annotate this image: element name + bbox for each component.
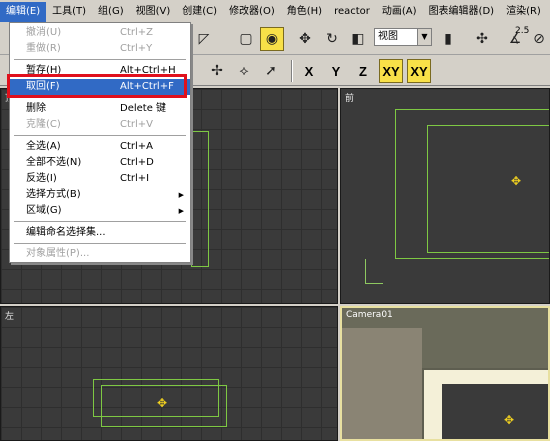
axis-y-button[interactable]: Y xyxy=(324,59,348,83)
scale-icon[interactable]: ◧ xyxy=(346,27,370,51)
angle-snap-icon[interactable]: ∡ xyxy=(503,27,527,51)
menu-item-undo[interactable]: 撤消(U) Ctrl+Z xyxy=(10,25,190,41)
menu-group[interactable]: 组(G) xyxy=(92,2,130,22)
reference-coordinate-select[interactable]: 视图 ▼ xyxy=(374,28,432,46)
menu-modifiers[interactable]: 修改器(O) xyxy=(223,2,281,22)
viewport-front[interactable]: 前 ✥ xyxy=(340,88,550,304)
menu-item-select-invert[interactable]: 反选(I) Ctrl+I xyxy=(10,171,190,187)
select-region-icon[interactable]: ▢ xyxy=(234,27,258,51)
pivot-icon: ✥ xyxy=(511,174,522,188)
constraint-tool-icon[interactable]: ⟡ xyxy=(232,59,256,83)
camera-wall xyxy=(342,328,422,439)
menu-bar: 编辑(E) 工具(T) 组(G) 视图(V) 创建(C) 修改器(O) 角色(H… xyxy=(0,0,550,24)
menu-separator xyxy=(14,59,186,61)
pointer-tool-icon[interactable]: ➚ xyxy=(259,59,283,83)
select-manipulate-icon[interactable]: ✣ xyxy=(470,27,494,51)
menu-graph-editors[interactable]: 图表编辑器(D) xyxy=(423,2,501,22)
scene-object-wire xyxy=(191,131,209,267)
menu-item-redo[interactable]: 重做(R) Ctrl+Y xyxy=(10,41,190,57)
menu-rendering[interactable]: 渲染(R) xyxy=(500,2,547,22)
menu-views[interactable]: 视图(V) xyxy=(130,2,177,22)
submenu-arrow-icon: ▶ xyxy=(178,191,184,199)
select-lasso-icon[interactable]: ◸ xyxy=(192,27,216,51)
window-crossing-icon[interactable]: ◉ xyxy=(260,27,284,51)
reference-coordinate-value: 视图 xyxy=(378,31,398,42)
menu-separator xyxy=(14,221,186,223)
menu-animation[interactable]: 动画(A) xyxy=(376,2,423,22)
submenu-arrow-icon: ▶ xyxy=(178,207,184,215)
menu-separator xyxy=(14,135,186,137)
menu-item-select-by[interactable]: 选择方式(B) ▶ xyxy=(10,187,190,203)
viewport-front-label: 前 xyxy=(345,94,355,104)
axis-xy-button[interactable]: XY xyxy=(379,59,403,83)
pivot-icon: ✥ xyxy=(157,396,168,410)
menu-tools[interactable]: 工具(T) xyxy=(46,2,92,22)
menu-separator xyxy=(14,243,186,245)
menu-item-delete[interactable]: 删除 Delete 键 xyxy=(10,101,190,117)
reactor-tool-icon[interactable]: ✢ xyxy=(205,59,229,83)
axis-xy-cycle-button[interactable]: XY xyxy=(407,59,431,83)
menu-item-select-all[interactable]: 全选(A) Ctrl+A xyxy=(10,139,190,155)
chevron-down-icon: ▼ xyxy=(417,29,431,45)
axis-tripod-y xyxy=(365,259,366,283)
menu-item-region[interactable]: 区域(G) ▶ xyxy=(10,203,190,219)
pivot-center-icon[interactable]: ▮ xyxy=(436,27,460,51)
viewport-camera[interactable]: Camera01 ✥ xyxy=(340,306,550,441)
menu-create[interactable]: 创建(C) xyxy=(176,2,223,22)
scene-object-inner xyxy=(427,125,549,253)
axis-tripod-x xyxy=(365,283,383,284)
menu-reactor[interactable]: reactor xyxy=(328,2,376,22)
menu-character[interactable]: 角色(H) xyxy=(281,2,328,22)
move-icon[interactable]: ✥ xyxy=(293,27,317,51)
percent-snap-icon[interactable]: ⊘ xyxy=(527,27,550,51)
menu-item-edit-named-selections[interactable]: 编辑命名选择集... xyxy=(10,225,190,241)
camera-opening xyxy=(442,384,548,439)
viewport-camera-label: Camera01 xyxy=(346,310,393,320)
rotate-icon[interactable]: ↻ xyxy=(320,27,344,51)
axis-z-button[interactable]: Z xyxy=(351,59,375,83)
menu-edit[interactable]: 编辑(E) xyxy=(0,2,47,22)
axis-x-button[interactable]: X xyxy=(297,59,321,83)
viewport-left[interactable]: 左 ✥ xyxy=(0,306,338,441)
edit-menu-dropdown: 撤消(U) Ctrl+Z 重做(R) Ctrl+Y 暂存(H) Alt+Ctrl… xyxy=(9,22,191,263)
menu-item-object-properties[interactable]: 对象属性(P)... xyxy=(10,246,190,262)
menu-item-select-none[interactable]: 全部不选(N) Ctrl+D xyxy=(10,155,190,171)
toolbar-separator xyxy=(291,60,293,82)
pivot-icon: ✥ xyxy=(504,413,515,427)
highlight-callout-box xyxy=(7,74,187,98)
viewport-left-label: 左 xyxy=(5,312,15,322)
menu-item-clone[interactable]: 克隆(C) Ctrl+V xyxy=(10,117,190,133)
